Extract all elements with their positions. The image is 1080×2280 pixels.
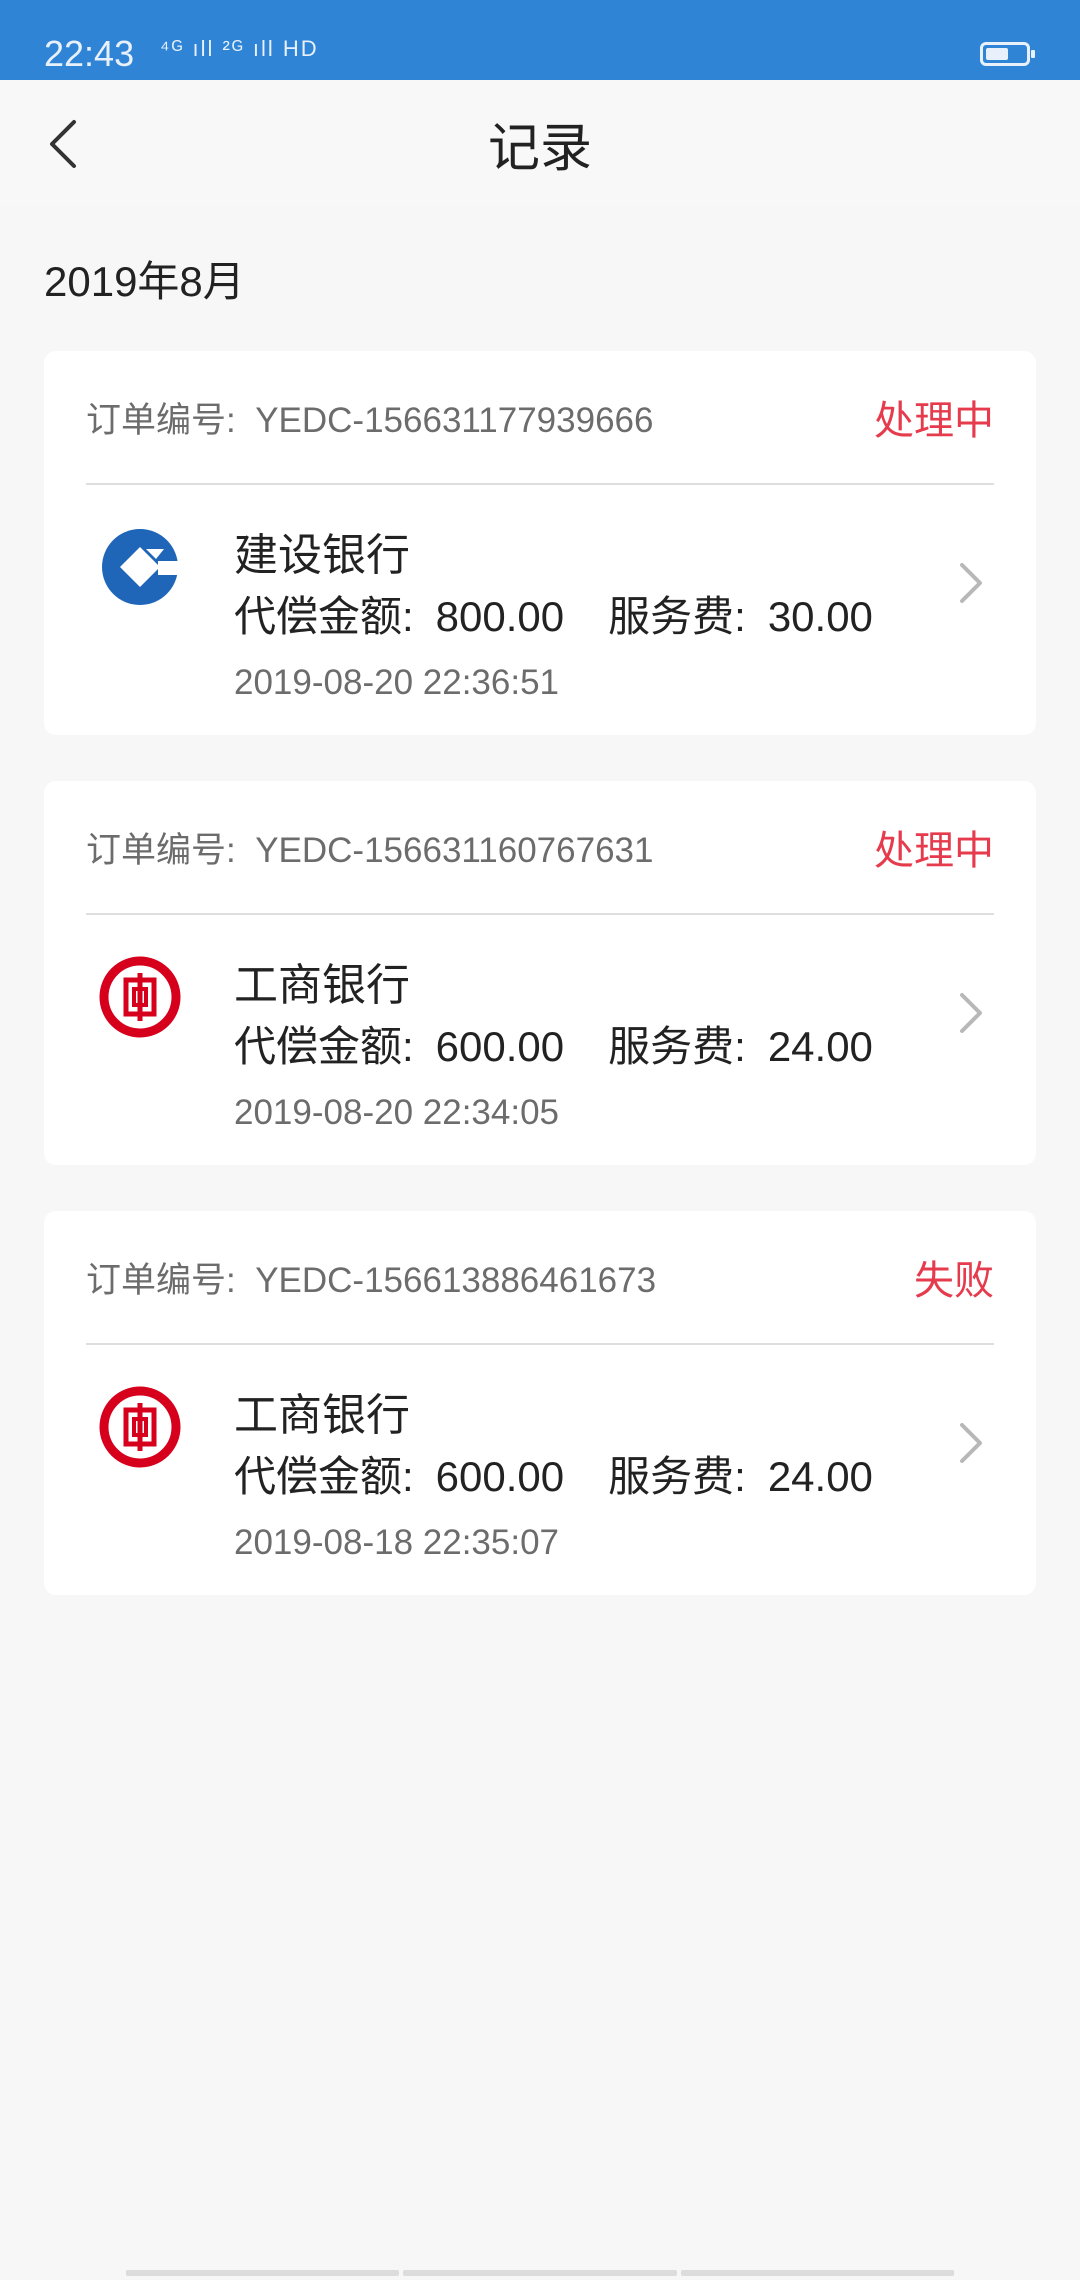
chevron-left-icon (50, 120, 76, 168)
chevron-right-icon (960, 563, 982, 603)
back-button[interactable] (28, 108, 100, 180)
month-header: 2019年8月 (44, 258, 245, 305)
chevron-right-icon (960, 993, 982, 1033)
card-header: 订单编号: YEDC-156613886461673 失败 (86, 1211, 994, 1345)
amount-line: 代偿金额: 600.00 服务费: 24.00 (234, 1023, 873, 1070)
page-title: 记录 (487, 119, 592, 178)
record-datetime: 2019-08-18 22:35:07 (234, 1523, 559, 1562)
status-badge: 处理中 (874, 399, 994, 443)
record-datetime: 2019-08-20 22:34:05 (234, 1093, 559, 1132)
chevron-right-icon (960, 1423, 982, 1463)
ccb-logo-icon (102, 529, 182, 605)
status-bar: 22:43 ⁴ᴳ ıll ²ᴳ ıll HD (0, 0, 1080, 80)
nav-bar: 记录 (0, 80, 1080, 206)
order-id: 订单编号: YEDC-156631160767631 (86, 830, 654, 870)
record-item[interactable]: 工商银行 代偿金额: 600.00 服务费: 24.00 2019-08-18 22:… (44, 1345, 1036, 1595)
record-card: 订单编号: YEDC-156613886461673 失败 工商银行 代偿金额:… (44, 1211, 1036, 1595)
bank-name: 建设银行 (234, 531, 410, 580)
order-id: 订单编号: YEDC-156613886461673 (86, 1260, 657, 1300)
card-header: 订单编号: YEDC-156631177939666 处理中 (86, 351, 994, 485)
record-datetime: 2019-08-20 22:36:51 (234, 663, 559, 702)
signal-icons: ⁴ᴳ ıll ²ᴳ ıll HD (160, 36, 319, 61)
icbc-logo-icon (99, 1386, 181, 1468)
card-header: 订单编号: YEDC-156631160767631 处理中 (86, 781, 994, 915)
bank-name: 工商银行 (234, 961, 410, 1010)
gesture-bar (126, 2270, 954, 2280)
record-item[interactable]: 建设银行 代偿金额: 800.00 服务费: 30.00 2019-08-20 22:… (44, 485, 1036, 735)
record-item[interactable]: 工商银行 代偿金额: 600.00 服务费: 24.00 2019-08-20 22:… (44, 915, 1036, 1165)
amount-line: 代偿金额: 600.00 服务费: 24.00 (234, 1453, 873, 1500)
order-id: 订单编号: YEDC-156631177939666 (86, 400, 654, 440)
icbc-logo-icon (99, 956, 181, 1038)
amount-line: 代偿金额: 800.00 服务费: 30.00 (234, 593, 873, 640)
record-card: 订单编号: YEDC-156631160767631 处理中 工商银行 代偿金额… (44, 781, 1036, 1165)
status-time: 22:43 (44, 33, 135, 74)
battery-icon (980, 42, 1035, 66)
status-badge: 失败 (914, 1259, 994, 1303)
bank-name: 工商银行 (234, 1391, 410, 1440)
status-badge: 处理中 (874, 829, 994, 873)
record-card: 订单编号: YEDC-156631177939666 处理中 建设银行 代偿金额… (44, 351, 1036, 735)
